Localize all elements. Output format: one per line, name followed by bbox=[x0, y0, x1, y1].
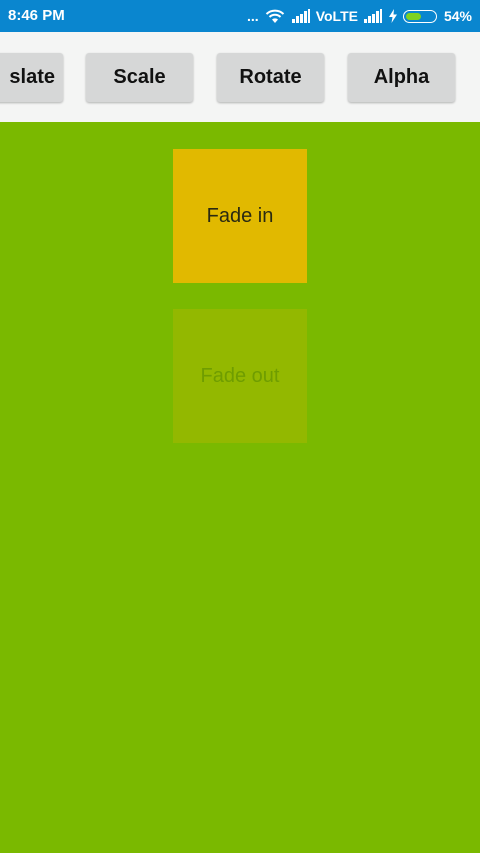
fade-in-square: Fade in bbox=[173, 149, 307, 283]
status-time: 8:46 PM bbox=[8, 7, 65, 24]
battery-icon bbox=[402, 9, 437, 23]
battery-percent: 54% bbox=[443, 8, 472, 24]
wifi-icon bbox=[264, 8, 286, 24]
rotate-button[interactable]: Rotate bbox=[217, 53, 324, 102]
status-bar: 8:46 PM ... VoLTE 54% bbox=[0, 0, 480, 32]
charging-bolt-icon bbox=[388, 9, 398, 23]
animation-canvas: Fade in Fade out bbox=[0, 122, 480, 853]
notification-dots: ... bbox=[247, 8, 259, 24]
signal-strength-secondary-icon bbox=[363, 9, 383, 23]
signal-strength-icon bbox=[291, 9, 311, 23]
animation-button-bar[interactable]: slate Scale Rotate Alpha bbox=[0, 32, 480, 122]
network-type-label: VoLTE bbox=[315, 8, 358, 24]
battery-level bbox=[405, 12, 421, 20]
translate-button[interactable]: slate bbox=[0, 53, 63, 102]
scale-button[interactable]: Scale bbox=[86, 53, 193, 102]
fade-in-label: Fade in bbox=[206, 204, 274, 227]
status-icons: ... VoLTE 54% bbox=[247, 0, 472, 32]
fade-out-label: Fade out bbox=[200, 364, 280, 387]
alpha-button[interactable]: Alpha bbox=[348, 53, 455, 102]
fade-out-square: Fade out bbox=[173, 309, 307, 443]
